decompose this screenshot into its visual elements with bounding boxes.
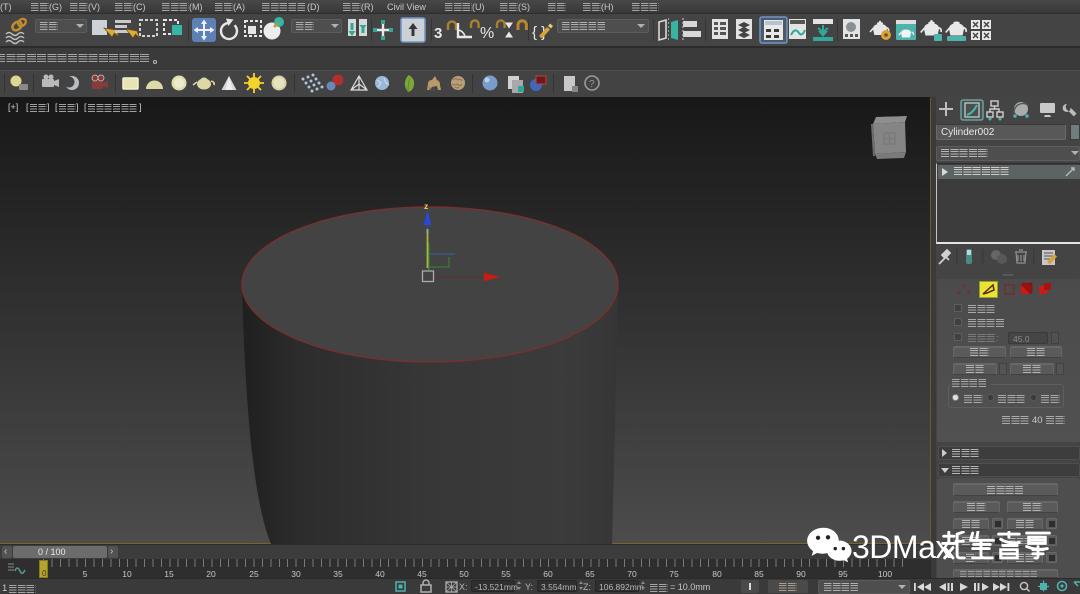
- svg-text:?: ?: [589, 79, 595, 90]
- svg-text:z: z: [424, 201, 428, 211]
- svg-text:HF: HF: [429, 87, 436, 93]
- svg-text:%: %: [480, 25, 494, 42]
- svg-text:3: 3: [434, 25, 442, 42]
